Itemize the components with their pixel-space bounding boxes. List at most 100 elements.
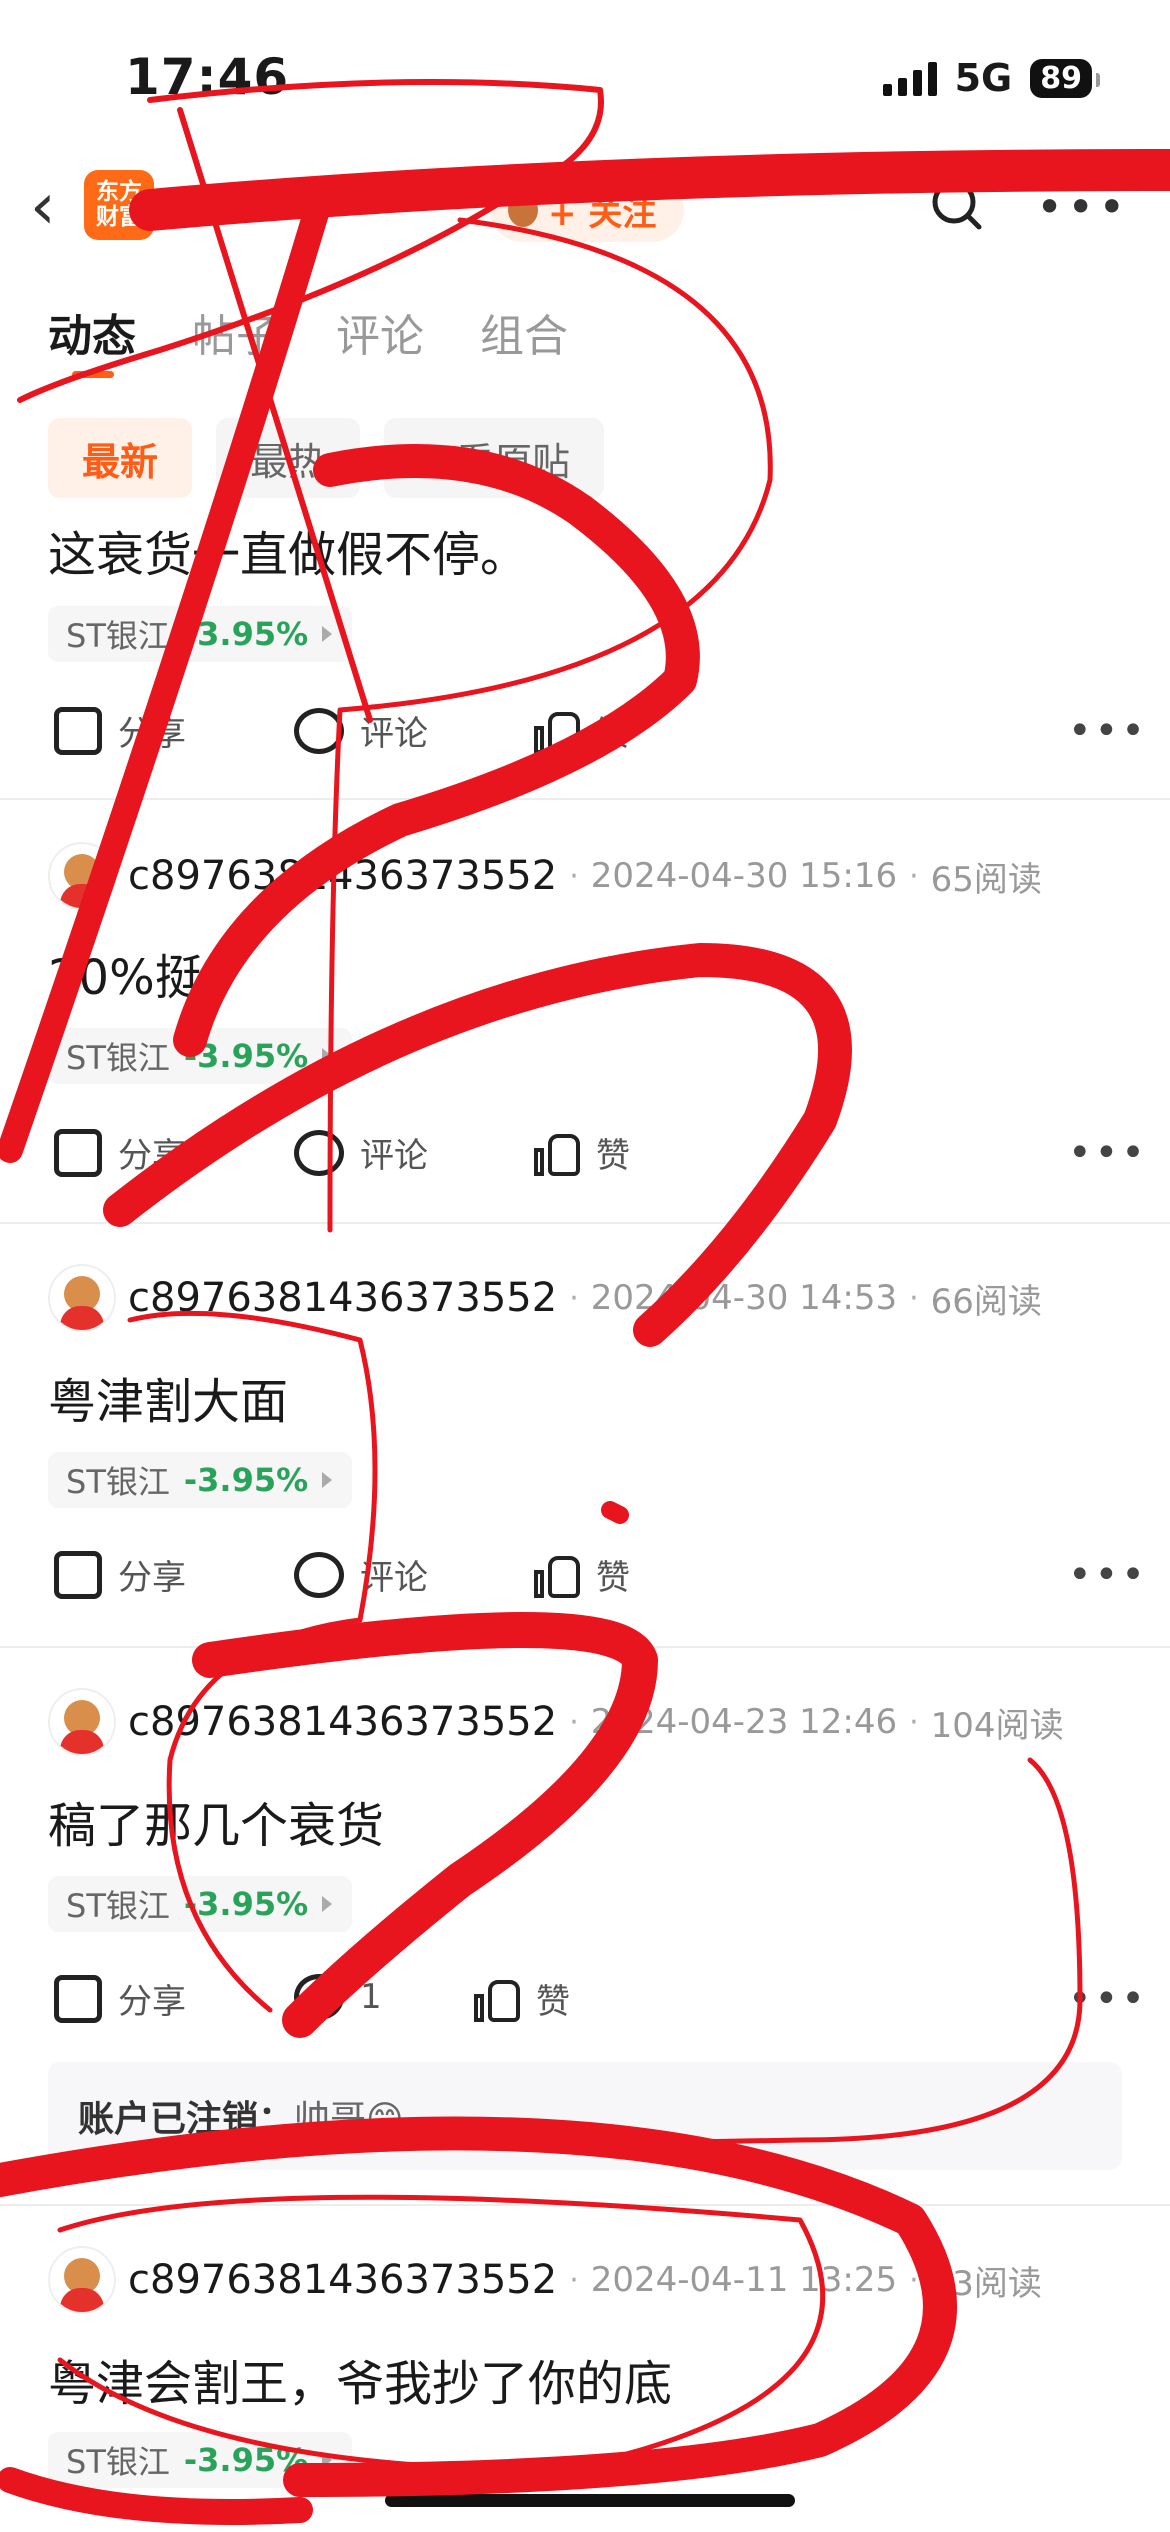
- thumbs-up-icon: [474, 1976, 520, 2022]
- share-label: 分享: [118, 714, 186, 754]
- stock-tag[interactable]: ST银江 -3.95%: [48, 2432, 353, 2488]
- sort-filters: 最新 最热 只看原贴: [48, 418, 605, 498]
- post-text[interactable]: 稿了那几个衰货: [48, 1786, 384, 1856]
- tab-comments[interactable]: 评论: [336, 300, 424, 364]
- share-button[interactable]: 分享: [54, 1128, 186, 1177]
- search-icon[interactable]: [930, 178, 982, 230]
- stock-tag[interactable]: ST银江 -3.95%: [48, 606, 353, 662]
- profile-tabs: 动态 帖子 评论 组合: [48, 300, 568, 378]
- tab-portfolio[interactable]: 组合: [480, 300, 568, 364]
- post-meta: c8976381436373552 · 2024-04-23 12:46 · 1…: [48, 1688, 1064, 1756]
- share-icon: [54, 1550, 102, 1599]
- more-icon[interactable]: •••: [1036, 180, 1129, 234]
- follow-button[interactable]: + 关注: [490, 178, 685, 242]
- separator-dot: ·: [909, 2262, 919, 2298]
- post-text[interactable]: 粤津会割王，爷我抄了你的底: [48, 2344, 672, 2414]
- stock-name: ST银江: [66, 617, 170, 655]
- post-more-icon[interactable]: •••: [1068, 1976, 1148, 2022]
- avatar[interactable]: [48, 1688, 116, 1756]
- post-date: 2024-04-30 14:53: [590, 1278, 898, 1318]
- thumbs-up-icon: [534, 708, 580, 754]
- stock-change: -3.95%: [183, 1037, 309, 1075]
- comment-button[interactable]: 评论: [294, 706, 428, 755]
- post-meta: c8976381436373552 · 2024-04-30 14:53 · 6…: [48, 1264, 1042, 1332]
- scribble-stroke: [601, 1501, 629, 1524]
- like-label: 赞: [596, 714, 630, 754]
- post-date: 2024-04-30 15:16: [590, 856, 898, 896]
- signal-icon: [882, 60, 937, 96]
- like-button[interactable]: 赞: [474, 1974, 570, 2023]
- reply-preview[interactable]: 账户已注销： 帅哥😊: [48, 2062, 1122, 2170]
- tab-posts[interactable]: 帖子: [192, 300, 280, 364]
- comment-label: 评论: [360, 1136, 428, 1176]
- separator-dot: ·: [569, 858, 579, 894]
- stock-change: -3.95%: [183, 1461, 309, 1499]
- username[interactable]: c8976381436373552: [128, 1275, 557, 1321]
- share-button[interactable]: 分享: [54, 706, 186, 755]
- share-button[interactable]: 分享: [54, 1550, 186, 1599]
- share-label: 分享: [118, 1558, 186, 1598]
- post-date: 2024-04-11 13:25: [590, 2260, 898, 2300]
- comment-count: 1: [360, 1977, 382, 2017]
- like-button[interactable]: 赞: [534, 1550, 630, 1599]
- comment-button[interactable]: 评论: [294, 1550, 428, 1599]
- app-logo: 东方 财富: [84, 170, 154, 240]
- comment-icon: [294, 1129, 344, 1176]
- post-text[interactable]: 20%挺: [48, 938, 203, 1008]
- tab-activity[interactable]: 动态: [48, 300, 136, 378]
- separator-dot: ·: [909, 1280, 919, 1316]
- post-text[interactable]: 粤津割大面: [48, 1362, 288, 1432]
- stock-tag[interactable]: ST银江 -3.95%: [48, 1452, 353, 1508]
- read-count: 83阅读: [930, 2263, 1042, 2304]
- battery-icon: 89: [1030, 58, 1100, 98]
- arrow-right-icon: [322, 1472, 333, 1488]
- stock-tag[interactable]: ST银江 -3.95%: [48, 1028, 353, 1084]
- logo-line-2: 财富: [96, 204, 142, 230]
- back-icon[interactable]: ‹: [30, 175, 56, 239]
- post-text[interactable]: 这衰货一直做假不停。: [48, 515, 528, 585]
- stock-name: ST银江: [66, 1887, 170, 1925]
- filter-original-only[interactable]: 只看原贴: [384, 418, 605, 498]
- avatar[interactable]: [48, 2246, 116, 2314]
- comment-icon: [294, 1974, 344, 2020]
- reply-text: 帅哥😊: [294, 2099, 404, 2140]
- follow-label: + 关注: [548, 193, 657, 234]
- post-meta: c8976381436373552 · 2024-04-11 13:25 · 8…: [48, 2246, 1042, 2314]
- network-type: 5G: [954, 56, 1013, 100]
- comment-button[interactable]: 评论: [294, 1128, 428, 1177]
- avatar[interactable]: [48, 842, 116, 910]
- avatar[interactable]: [48, 1264, 116, 1332]
- read-count: 65阅读: [930, 859, 1042, 900]
- separator-dot: ·: [569, 1704, 579, 1740]
- share-icon: [54, 1128, 102, 1177]
- username[interactable]: c8976381436373552: [128, 853, 557, 899]
- stock-change: -3.95%: [183, 615, 309, 653]
- filter-latest[interactable]: 最新: [48, 418, 193, 498]
- separator-dot: ·: [569, 1280, 579, 1316]
- share-icon: [54, 706, 102, 755]
- like-button[interactable]: 赞: [534, 1128, 630, 1177]
- separator-dot: ·: [569, 2262, 579, 2298]
- comment-icon: [294, 707, 344, 754]
- filter-hottest[interactable]: 最热: [216, 418, 361, 498]
- post-more-icon[interactable]: •••: [1068, 708, 1148, 754]
- read-count: 66阅读: [930, 1281, 1042, 1322]
- username[interactable]: c8976381436373552: [128, 2257, 557, 2303]
- divider: [0, 1222, 1170, 1224]
- stock-change: -3.95%: [183, 1885, 309, 1923]
- stock-name: ST银江: [66, 1039, 170, 1077]
- read-count: 104阅读: [930, 1705, 1064, 1746]
- like-button[interactable]: 赞: [534, 706, 630, 755]
- home-indicator[interactable]: [385, 2494, 795, 2507]
- post-more-icon[interactable]: •••: [1068, 1130, 1148, 1176]
- comment-icon: [294, 1551, 344, 1598]
- separator-dot: ·: [909, 858, 919, 894]
- comment-button[interactable]: 1: [294, 1974, 382, 2020]
- like-label: 赞: [596, 1558, 630, 1598]
- divider: [0, 798, 1170, 800]
- stock-tag[interactable]: ST银江 -3.95%: [48, 1876, 353, 1932]
- username[interactable]: c8976381436373552: [128, 1699, 557, 1745]
- post-more-icon[interactable]: •••: [1068, 1552, 1148, 1598]
- divider: [0, 2204, 1170, 2206]
- share-button[interactable]: 分享: [54, 1974, 186, 2023]
